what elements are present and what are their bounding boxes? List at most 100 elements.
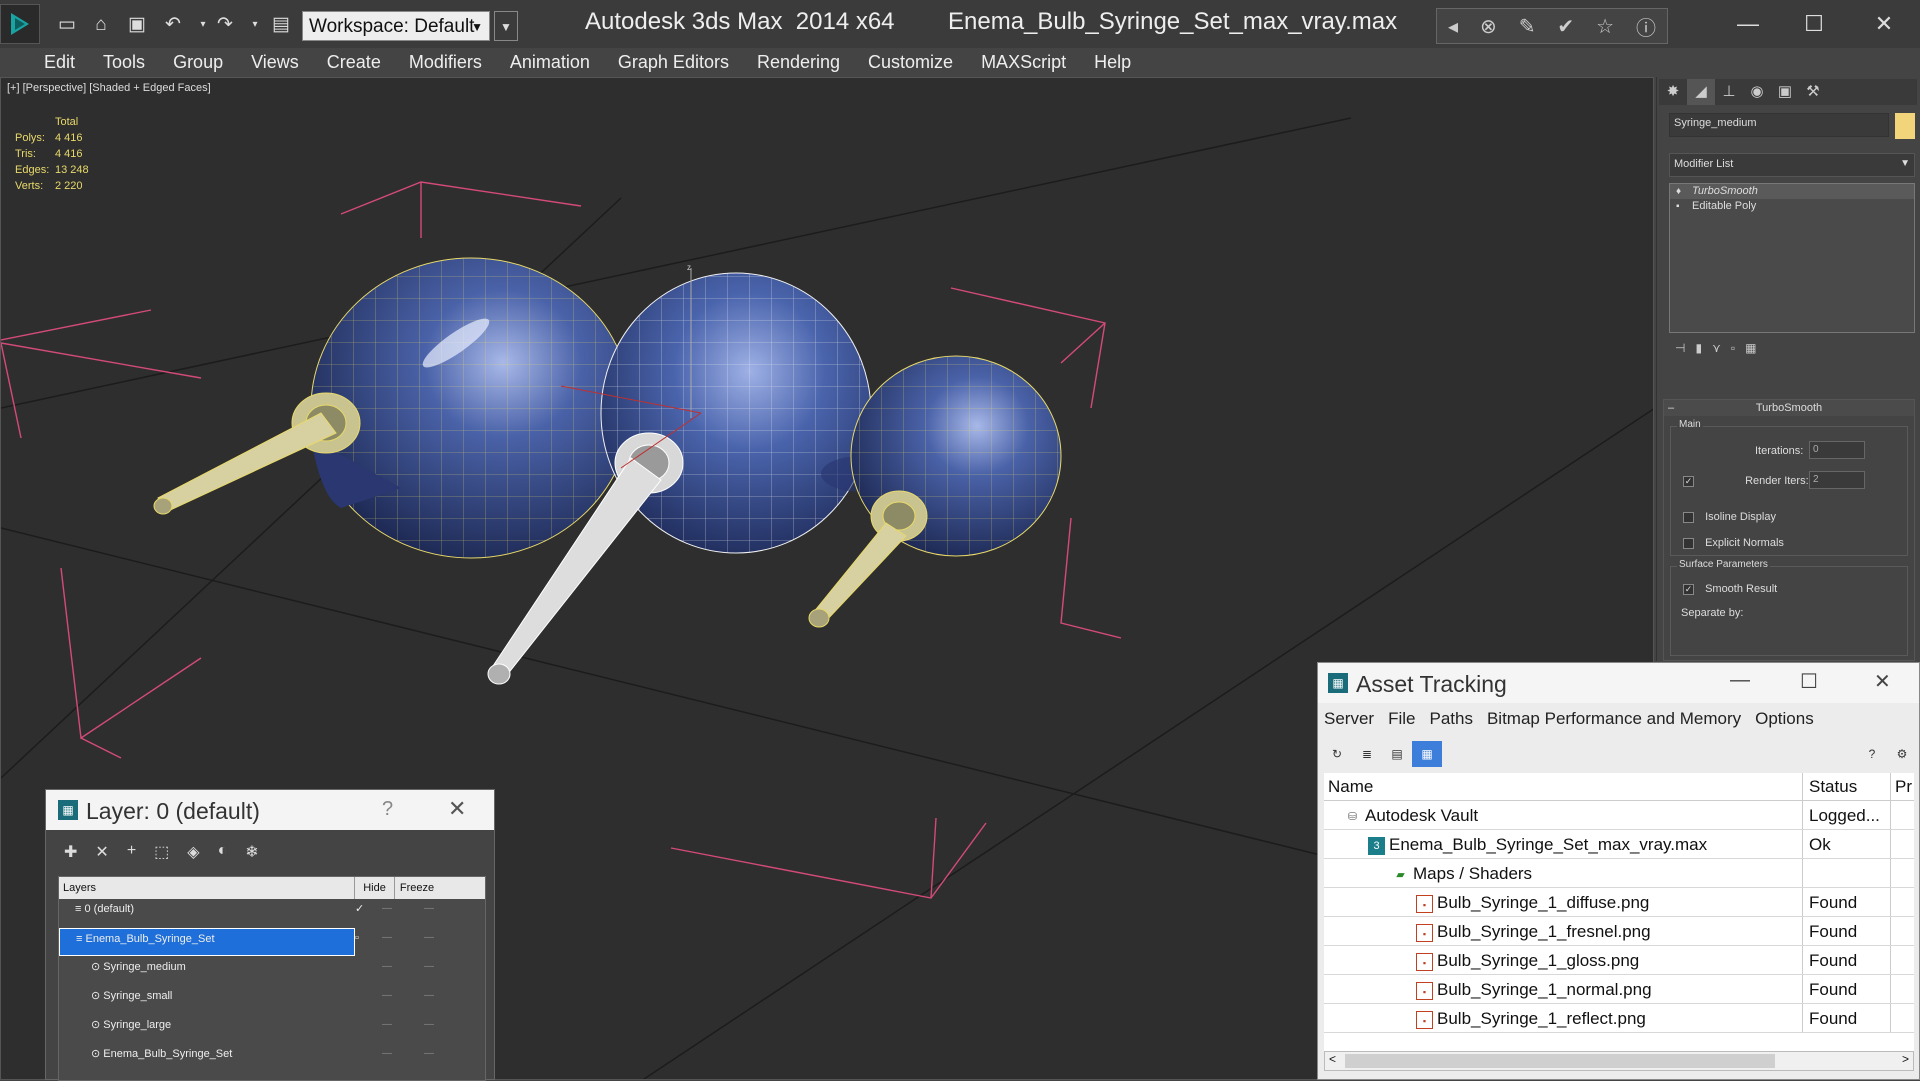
wrench-icon[interactable]: ✎ [1519,14,1536,39]
hide-toggle[interactable]: — [367,1015,407,1044]
close-icon[interactable]: ✕ [1874,669,1891,694]
refresh-icon[interactable]: ↻ [1322,741,1352,767]
asset-menu-server[interactable]: Server [1324,709,1374,729]
render-iters-checkbox[interactable]: ✓ [1683,475,1694,487]
remove-modifier-icon[interactable]: ▫ [1731,341,1735,363]
menu-tools[interactable]: Tools [103,52,145,73]
redo-dropdown-icon[interactable]: ▾ [242,12,268,38]
scroll-left-icon[interactable]: < [1329,1052,1336,1066]
object-color-swatch[interactable] [1895,113,1915,139]
active-layer-check-icon[interactable]: ✓ [355,899,367,928]
asset-menu-options[interactable]: Options [1755,709,1814,729]
configure-sets-icon[interactable]: ▦ [1745,341,1756,363]
minimize-window-button[interactable]: — [1728,6,1768,42]
layer-row[interactable]: ≡ 0 (default) ✓ — — [59,899,485,928]
help-button[interactable]: ? [382,798,393,821]
motion-tab-icon[interactable]: ◉ [1743,79,1771,105]
new-file-icon[interactable]: ▭ [54,12,80,38]
menu-graph-editors[interactable]: Graph Editors [618,52,729,73]
hide-toggle[interactable]: — [367,1044,407,1073]
explicit-normals-checkbox[interactable] [1683,537,1694,549]
menu-edit[interactable]: Edit [44,52,75,73]
set-active-layer-icon[interactable]: ▫ [355,928,367,957]
close-icon[interactable]: ✕ [448,796,466,822]
freeze-toggle[interactable]: — [407,986,451,1015]
undo-icon[interactable]: ↶ [160,12,186,38]
help-icon[interactable]: ? [1857,741,1887,767]
column-freeze[interactable]: Freeze [395,877,439,899]
asset-menu-file[interactable]: File [1388,709,1415,729]
table-row[interactable]: 3 Enema_Bulb_Syringe_Set_max_vray.max Ok [1324,830,1914,859]
table-view-icon[interactable]: ▦ [1412,741,1442,767]
freeze-toggle[interactable]: — [407,1044,451,1073]
column-layers[interactable]: Layers [59,877,355,899]
project-folder-icon[interactable]: ▤ [268,12,294,38]
create-tab-icon[interactable]: ✸ [1659,79,1687,105]
smooth-result-checkbox[interactable]: ✓ [1683,583,1694,595]
layer-manager-titlebar[interactable]: ▦ Layer: 0 (default) ? ✕ [46,790,494,830]
close-window-button[interactable]: ✕ [1864,6,1904,42]
isoline-checkbox[interactable] [1683,511,1694,523]
settings-icon[interactable]: ⚙ [1887,741,1917,767]
layer-row[interactable]: ⊙ Syringe_small — — [59,986,485,1015]
layer-row[interactable]: ⊙ Syringe_medium — — [59,957,485,986]
modify-tab-icon[interactable]: ◢ [1687,79,1715,105]
display-tab-icon[interactable]: ▣ [1771,79,1799,105]
object-name-field[interactable]: Syringe_medium [1669,113,1889,137]
show-end-result-icon[interactable]: ▮ [1695,341,1702,363]
table-row[interactable]: ▪ Bulb_Syringe_1_normal.png Found [1324,975,1914,1004]
hierarchy-tab-icon[interactable]: ⊥ [1715,79,1743,105]
utilities-tab-icon[interactable]: ⚒ [1799,79,1827,105]
table-row[interactable]: ⛁ Autodesk Vault Logged... [1324,801,1914,830]
asset-tracking-titlebar[interactable]: ▦ Asset Tracking — ☐ ✕ [1318,663,1919,703]
stack-item-editable-poly[interactable]: ▪ Editable Poly [1670,199,1914,214]
workspace-dropdown[interactable]: Workspace: Default ▼ [302,11,490,41]
search-arrow-icon[interactable]: ◂ [1448,14,1458,39]
help-icon[interactable]: ⓘ [1636,12,1656,41]
highlight-layer-icon[interactable]: ◈ [187,842,199,862]
workspace-menu-button[interactable]: ▼ [494,11,518,41]
freeze-toggle[interactable]: — [407,899,451,928]
menu-animation[interactable]: Animation [510,52,590,73]
freeze-toggle[interactable]: — [407,928,451,957]
save-file-icon[interactable]: ▣ [124,12,150,38]
modifier-list-dropdown[interactable]: Modifier List ▼ [1669,153,1915,177]
table-row[interactable]: ▪ Bulb_Syringe_1_fresnel.png Found [1324,917,1914,946]
viewport-label[interactable]: [+] [Perspective] [Shaded + Edged Faces] [7,82,211,94]
hide-all-icon[interactable]: ◐ [218,842,228,862]
select-objects-icon[interactable]: ⬚ [154,842,169,862]
horizontal-scrollbar[interactable]: < > [1324,1051,1914,1071]
menu-maxscript[interactable]: MAXScript [981,52,1066,73]
freeze-toggle[interactable]: — [407,1015,451,1044]
add-to-layer-icon[interactable]: + [127,842,136,862]
render-iters-spinner[interactable]: 2 [1809,471,1865,489]
table-row[interactable]: ▪ Bulb_Syringe_1_gloss.png Found [1324,946,1914,975]
layer-row[interactable]: ≡ Enema_Bulb_Syringe_Set ▫ — — [59,928,485,957]
detail-view-icon[interactable]: ▤ [1382,741,1412,767]
hide-toggle[interactable]: — [367,928,407,957]
maximize-icon[interactable]: ☐ [1800,669,1818,694]
maximize-window-button[interactable]: ☐ [1794,6,1834,42]
column-status[interactable]: Status [1803,773,1891,800]
layer-row[interactable]: ⊙ Syringe_large — — [59,1015,485,1044]
table-row[interactable]: ▪ Bulb_Syringe_1_reflect.png Found [1324,1004,1914,1033]
delete-layer-icon[interactable]: ✕ [95,842,108,862]
expand-icon[interactable]: ▪ [1676,199,1680,214]
table-row[interactable]: ▪ Bulb_Syringe_1_diffuse.png Found [1324,888,1914,917]
menu-create[interactable]: Create [327,52,381,73]
minimize-icon[interactable]: — [1730,669,1750,692]
menu-modifiers[interactable]: Modifiers [409,52,482,73]
column-name[interactable]: Name [1324,773,1803,800]
freeze-all-icon[interactable]: ❄ [245,842,258,862]
list-view-icon[interactable]: ≣ [1352,741,1382,767]
layer-row[interactable]: ⊙ Enema_Bulb_Syringe_Set — — [59,1044,485,1073]
scroll-right-icon[interactable]: > [1902,1052,1909,1066]
app-logo-icon[interactable] [0,4,40,44]
menu-customize[interactable]: Customize [868,52,953,73]
iterations-spinner[interactable]: 0 [1809,441,1865,459]
open-file-icon[interactable]: ⌂ [88,12,114,38]
create-layer-icon[interactable]: ✚ [64,842,77,862]
menu-views[interactable]: Views [251,52,299,73]
asset-menu-bitmap[interactable]: Bitmap Performance and Memory [1487,709,1741,729]
binoculars-icon[interactable]: ⊗ [1480,14,1497,39]
